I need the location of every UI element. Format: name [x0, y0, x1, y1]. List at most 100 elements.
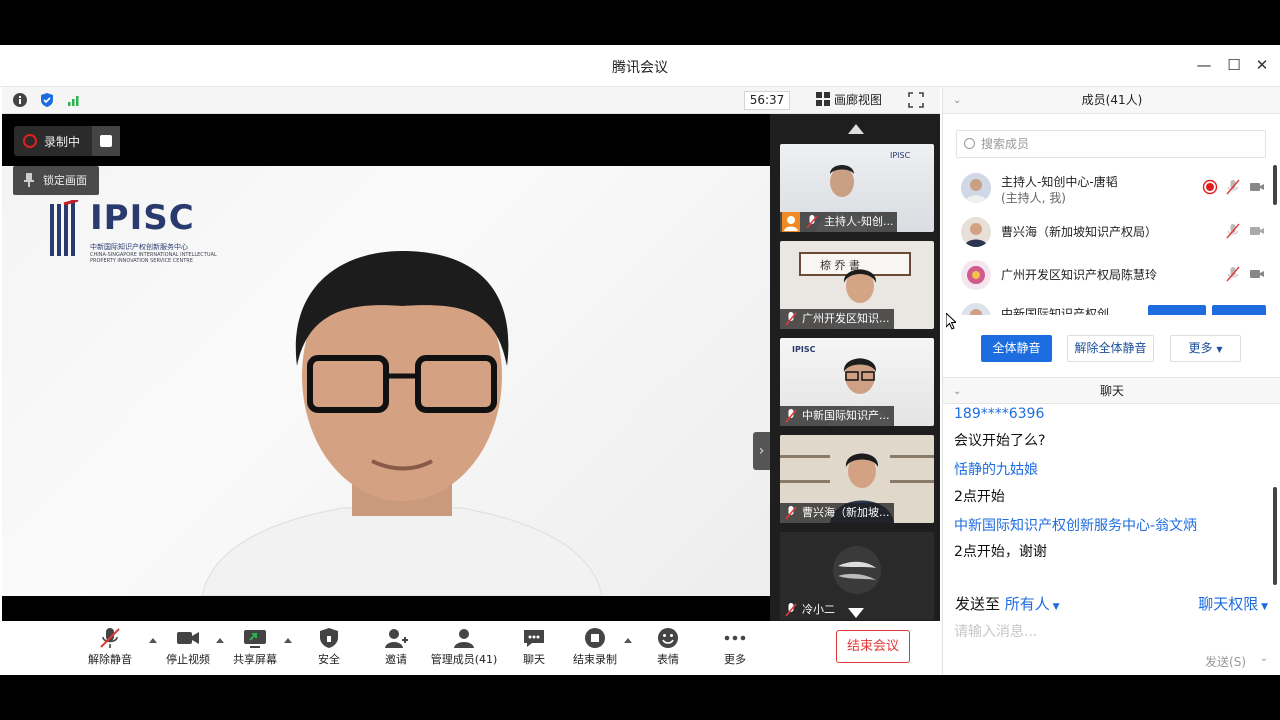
- member-name: 主持人-知创中心-唐韬: [1001, 175, 1118, 189]
- thumbnail-label: 曹兴海（新加坡...: [780, 503, 894, 523]
- shield-icon[interactable]: [39, 92, 55, 108]
- video-camera-icon: [177, 632, 199, 644]
- invite-label: 邀请: [385, 653, 407, 666]
- share-options-caret[interactable]: [284, 638, 292, 643]
- lock-view-button[interactable]: 锁定画面: [13, 166, 99, 195]
- thumbnail-strip: IPISC 主持人-知创... 㮈 乔 書 广州开发区知识... IPISC 中…: [770, 114, 940, 621]
- video-camera-icon[interactable]: [1249, 179, 1265, 195]
- share-screen-button[interactable]: 共享屏幕: [231, 627, 279, 671]
- signal-icon[interactable]: [66, 92, 82, 108]
- svg-text:IPISC: IPISC: [890, 151, 911, 160]
- send-to-selector[interactable]: 发送至 所有人 ▼: [955, 593, 1060, 614]
- participant-thumbnail[interactable]: IPISC 主持人-知创...: [780, 144, 934, 232]
- chat-scrollbar[interactable]: [1273, 487, 1277, 585]
- title-bar: 腾讯会议 — ☐ ✕: [0, 45, 1280, 87]
- thumbnail-name: 冷小二: [802, 603, 835, 616]
- lock-view-label: 锁定画面: [43, 174, 87, 187]
- thumbnail-name: 主持人-知创...: [824, 215, 894, 228]
- thumbnail-label: 冷小二: [780, 600, 839, 620]
- unmute-button[interactable]: 解除静音: [86, 627, 134, 671]
- members-more-button[interactable]: 更多 ▼: [1170, 335, 1241, 362]
- manage-members-button[interactable]: 管理成员(41): [430, 627, 498, 671]
- more-dots-icon: [724, 635, 746, 641]
- video-options-caret[interactable]: [216, 638, 224, 643]
- avatar: [961, 303, 991, 315]
- close-icon[interactable]: ✕: [1252, 55, 1272, 75]
- member-row[interactable]: 中新国际知识产权创: [943, 297, 1273, 315]
- side-panel: ⌄ 成员(41人) 搜索成员 主持人-知创中心-唐韬 (主持人, 我) 曹兴海（…: [942, 87, 1280, 675]
- participant-thumbnail[interactable]: 㮈 乔 書 广州开发区知识...: [780, 241, 934, 329]
- recording-options-caret[interactable]: [624, 638, 632, 643]
- thumbnail-name: 中新国际知识产...: [802, 409, 890, 422]
- info-icon[interactable]: [12, 92, 28, 108]
- members-title: 成员(41人): [1081, 93, 1143, 107]
- video-camera-icon[interactable]: [1249, 266, 1265, 282]
- members-more-label: 更多: [1188, 341, 1213, 355]
- audio-options-caret[interactable]: [149, 638, 157, 643]
- chat-input[interactable]: 请输入消息...: [954, 621, 1037, 641]
- security-label: 安全: [318, 653, 340, 666]
- more-button[interactable]: 更多: [711, 627, 759, 671]
- mic-muted-icon[interactable]: [1225, 179, 1241, 195]
- chat-header[interactable]: ⌄ 聊天: [943, 377, 1280, 404]
- members-scrollbar[interactable]: [1273, 165, 1277, 205]
- send-options-caret[interactable]: ⌄: [1260, 653, 1268, 664]
- invite-button[interactable]: 邀请: [372, 627, 420, 671]
- member-row[interactable]: 广州开发区知识产权局陈慧玲: [943, 254, 1273, 294]
- members-header[interactable]: ⌄ 成员(41人): [943, 87, 1280, 114]
- chat-message: 会议开始了么?: [954, 433, 1046, 449]
- stop-recording-button[interactable]: [92, 126, 120, 156]
- stop-icon: [100, 135, 112, 147]
- gallery-view-button[interactable]: 画廊视图: [816, 91, 882, 110]
- record-dot-icon: [23, 134, 37, 148]
- member-action-button[interactable]: [1148, 305, 1206, 315]
- reactions-button[interactable]: 表情: [644, 627, 692, 671]
- stop-video-button[interactable]: 停止视频: [164, 627, 212, 671]
- minimize-icon[interactable]: —: [1194, 55, 1214, 75]
- mute-all-button[interactable]: 全体静音: [981, 335, 1052, 362]
- video-camera-icon[interactable]: [1249, 223, 1265, 239]
- scroll-down-icon[interactable]: [848, 608, 864, 618]
- member-row[interactable]: 曹兴海（新加坡知识产权局）: [943, 211, 1273, 251]
- grid-icon: [816, 92, 830, 106]
- avatar: [961, 173, 991, 203]
- pin-icon: [24, 173, 34, 187]
- mic-muted-icon[interactable]: [1225, 223, 1241, 239]
- meeting-info-bar: 56:37 画廊视图: [2, 87, 940, 114]
- scroll-up-icon[interactable]: [848, 124, 864, 134]
- ipisc-bars-icon: [50, 200, 79, 256]
- main-video: IPISC 中新国际知识产权创新服务中心 CHINA-SINGAPORE INT…: [2, 166, 770, 596]
- share-screen-icon: [244, 630, 266, 648]
- end-recording-button[interactable]: 结束录制: [570, 627, 620, 671]
- meeting-timer: 56:37: [744, 91, 790, 110]
- security-button[interactable]: 安全: [305, 627, 353, 671]
- member-search-input[interactable]: 搜索成员: [956, 130, 1266, 158]
- thumbnail-label: 广州开发区知识...: [780, 309, 894, 329]
- end-meeting-button[interactable]: 结束会议: [836, 630, 910, 663]
- meeting-window: 腾讯会议 — ☐ ✕ 56:37 画廊视图 录制中 IPISC 中新国际知识产权…: [0, 45, 1280, 675]
- fullscreen-icon[interactable]: [908, 92, 924, 108]
- send-button[interactable]: 发送(S): [1205, 653, 1246, 670]
- chat-bubble-icon: [524, 630, 544, 647]
- maximize-icon[interactable]: ☐: [1224, 55, 1244, 75]
- participant-thumbnail[interactable]: 冷小二: [780, 532, 934, 620]
- member-row[interactable]: 主持人-知创中心-唐韬 (主持人, 我): [943, 167, 1273, 207]
- smiley-icon: [658, 628, 678, 648]
- participant-thumbnail[interactable]: 曹兴海（新加坡...: [780, 435, 934, 523]
- more-label: 更多: [724, 653, 746, 666]
- recording-indicator: 录制中: [14, 126, 120, 156]
- unmute-label: 解除静音: [88, 653, 132, 666]
- unmute-all-button[interactable]: 解除全体静音: [1067, 335, 1154, 362]
- collapse-chat-icon[interactable]: ⌄: [953, 378, 961, 405]
- mouse-cursor-icon: [946, 313, 956, 330]
- mic-muted-icon[interactable]: [1225, 266, 1241, 282]
- chat-permission-label: 聊天权限: [1198, 595, 1259, 613]
- member-more-button[interactable]: [1212, 305, 1266, 315]
- chat-permission-button[interactable]: 聊天权限 ▼: [1198, 593, 1268, 614]
- chat-messages: 189****6396 会议开始了么? 恬静的九姑娘 2点开始 中新国际知识产权…: [943, 403, 1280, 584]
- participant-thumbnail[interactable]: IPISC 中新国际知识产...: [780, 338, 934, 426]
- toggle-thumbnails-button[interactable]: ›: [753, 432, 770, 470]
- chat-button[interactable]: 聊天: [510, 627, 558, 671]
- collapse-members-icon[interactable]: ⌄: [953, 87, 961, 114]
- member-role: (主持人, 我): [1001, 191, 1066, 205]
